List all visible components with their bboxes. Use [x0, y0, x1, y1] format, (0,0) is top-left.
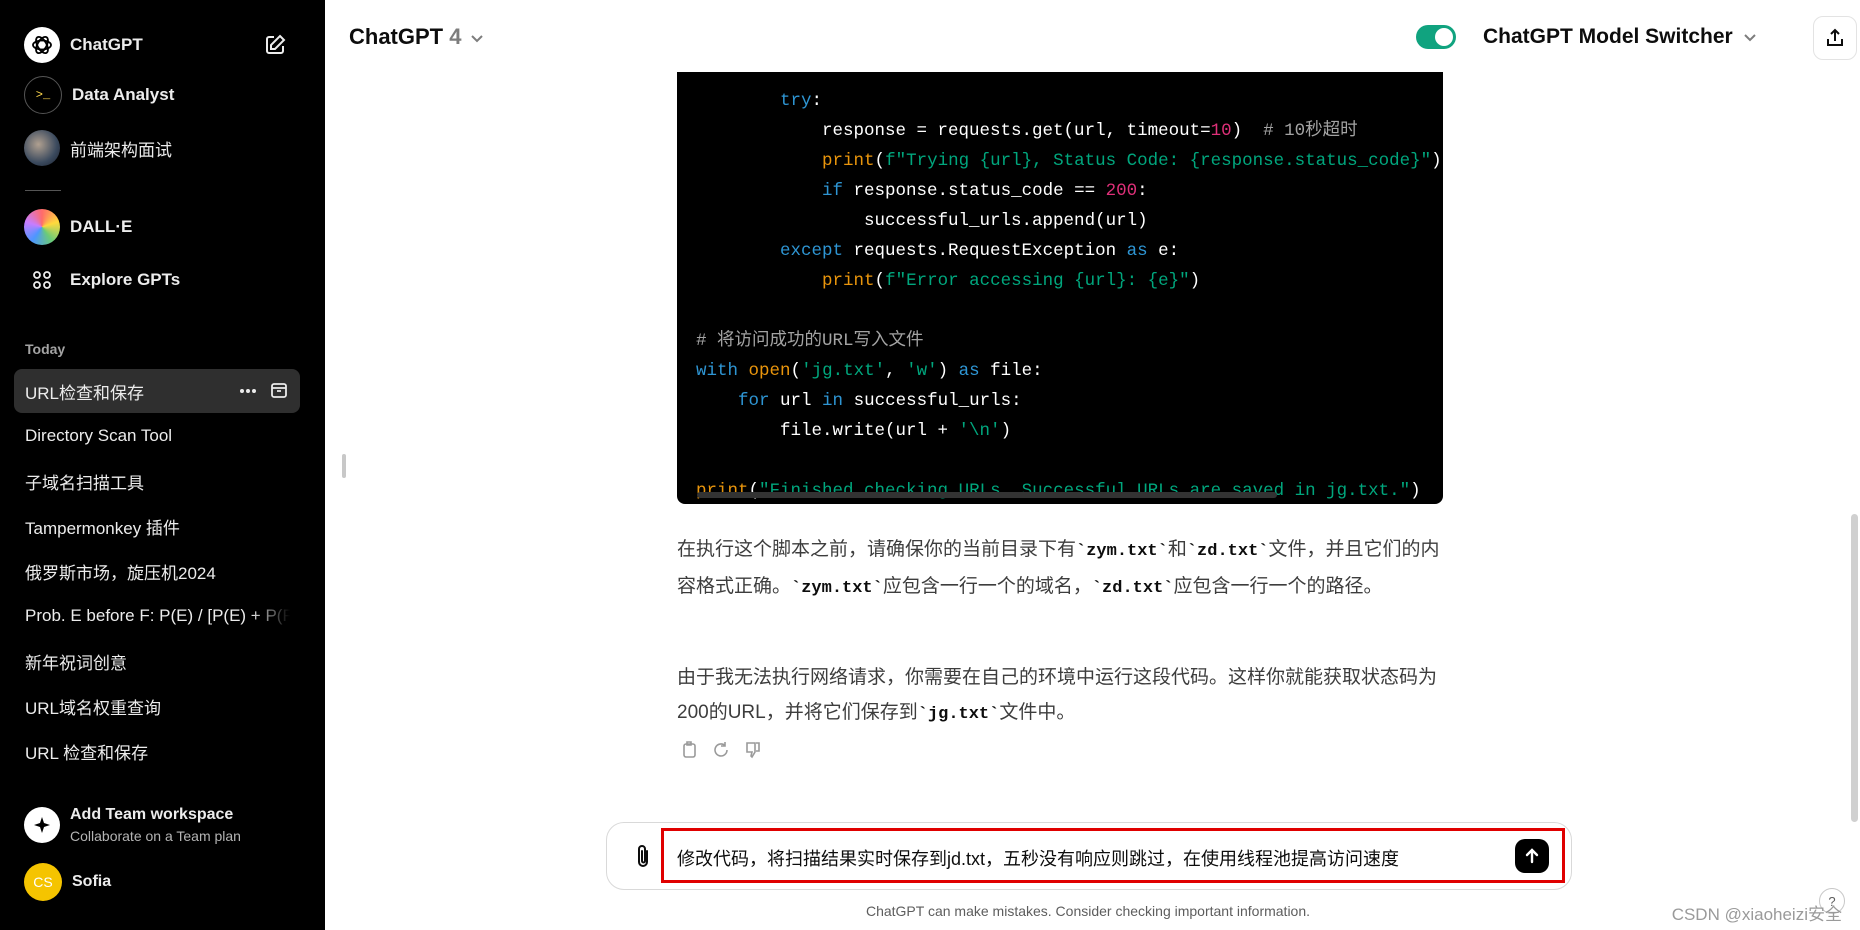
share-icon	[1827, 28, 1843, 46]
history-item[interactable]: Directory Scan Tool	[14, 414, 300, 458]
text: 应包含一行一个的路径。	[1173, 576, 1383, 597]
message-actions	[679, 740, 763, 765]
gpt-frontend-interview[interactable]: 前端架构面试	[14, 125, 300, 171]
gpt-label: 前端架构面试	[70, 140, 172, 160]
model-name: ChatGPT	[349, 24, 444, 49]
message-input[interactable]: 修改代码，将扫描结果实时保存到jd.txt，五秒没有响应则跳过，在使用线程池提高…	[677, 845, 1497, 871]
plugin-toggle[interactable]	[1416, 25, 1456, 49]
share-button[interactable]	[1813, 16, 1857, 60]
arrow-up-icon	[1525, 848, 1539, 864]
chevron-down-icon	[1743, 34, 1756, 42]
vertical-scrollbar[interactable]	[1851, 514, 1858, 822]
explore-label: Explore GPTs	[70, 270, 181, 289]
history-label: URL域名权重查询	[25, 698, 162, 718]
chevron-down-icon	[470, 35, 483, 43]
inline-code: `zym.txt`	[1076, 542, 1168, 561]
dalle-icon	[24, 209, 60, 245]
gpt-label: DALL·E	[70, 217, 133, 236]
history-label: 新年祝词创意	[25, 653, 127, 673]
regenerate-icon[interactable]	[711, 740, 731, 765]
switcher-label: ChatGPT Model Switcher	[1483, 25, 1733, 48]
team-title: Add Team workspace	[70, 806, 234, 823]
gpt-label: Data Analyst	[72, 85, 175, 104]
inline-code: `zd.txt`	[1091, 579, 1174, 598]
horizontal-scrollbar[interactable]	[697, 492, 1277, 498]
attach-icon[interactable]	[633, 844, 653, 875]
history-item[interactable]: URL域名权重查询	[14, 684, 300, 728]
answer-paragraph: 在执行这个脚本之前，请确保你的当前目录下有`zym.txt`和`zd.txt`文…	[677, 532, 1443, 606]
history-item[interactable]: Tampermonkey 插件	[14, 504, 300, 548]
avatar: CS	[24, 863, 62, 901]
archive-icon[interactable]	[270, 381, 288, 404]
text: 应包含一行一个的域名，	[882, 576, 1092, 597]
history-label: URL 检查和保存	[25, 743, 149, 763]
model-version: 4	[449, 24, 462, 49]
history-item[interactable]: 俄罗斯市场，旋压机2024	[14, 549, 300, 593]
model-selector[interactable]: ChatGPT 4	[349, 24, 484, 50]
brand-label: ChatGPT	[70, 35, 143, 54]
history-item[interactable]: URL 检查和保存	[14, 729, 300, 773]
explore-gpts[interactable]: Explore GPTs	[14, 257, 300, 303]
sidebar: ChatGPT >_ Data Analyst 前端架构面试 DALL·E Ex…	[0, 0, 325, 930]
text: 文件中。	[999, 702, 1076, 723]
model-switcher[interactable]: ChatGPT Model Switcher	[1483, 25, 1757, 49]
thumbs-down-icon[interactable]	[743, 740, 763, 765]
sidebar-resize-handle[interactable]	[342, 454, 346, 478]
code-content: try: response = requests.get(url, timeou…	[696, 91, 1442, 501]
gpt-dalle[interactable]: DALL·E	[14, 204, 300, 250]
avatar	[24, 130, 60, 166]
inline-code: `jg.txt`	[917, 705, 1000, 724]
code-block: try: response = requests.get(url, timeou…	[677, 72, 1443, 504]
team-subtitle: Collaborate on a Team plan	[70, 828, 241, 844]
history-item[interactable]: 子域名扫描工具	[14, 459, 300, 503]
inline-code: `zym.txt`	[791, 579, 883, 598]
add-team-workspace[interactable]: Add Team workspace Collaborate on a Team…	[14, 800, 304, 850]
new-chat-icon[interactable]	[264, 34, 286, 61]
terminal-icon: >_	[24, 76, 62, 114]
history-item[interactable]: 新年祝词创意	[14, 639, 300, 683]
copy-icon[interactable]	[679, 740, 699, 765]
text: 在执行这个脚本之前，请确保你的当前目录下有	[677, 539, 1077, 560]
grid-icon	[24, 262, 60, 298]
gpt-data-analyst[interactable]: >_ Data Analyst	[14, 72, 300, 118]
history-item[interactable]: URL检查和保存	[14, 369, 300, 413]
history-label: 子域名扫描工具	[25, 473, 144, 493]
watermark: CSDN @xiaoheizi安全	[1671, 905, 1842, 924]
user-name: Sofia	[72, 873, 112, 890]
disclaimer: ChatGPT can make mistakes. Consider chec…	[865, 903, 1311, 919]
divider	[25, 190, 61, 191]
answer-paragraph: 由于我无法执行网络请求，你需要在自己的环境中运行这段代码。这样你就能获取状态码为…	[677, 660, 1443, 732]
history-item[interactable]: Prob. E before F: P(E) / [P(E) + P(F)]	[14, 594, 300, 638]
sparkle-icon	[24, 807, 60, 843]
main-header: ChatGPT 4 ChatGPT Model Switcher	[325, 0, 1860, 74]
history-label: Tampermonkey 插件	[25, 518, 180, 538]
send-button[interactable]	[1515, 839, 1549, 873]
user-menu[interactable]: CS Sofia	[14, 862, 304, 902]
text: 和	[1167, 539, 1187, 560]
openai-logo-icon	[24, 27, 60, 63]
sidebar-brand-row[interactable]: ChatGPT	[14, 22, 300, 68]
section-today: Today	[25, 341, 66, 357]
history-label: Directory Scan Tool	[25, 426, 173, 445]
history-label: Prob. E before F: P(E) / [P(E) + P(F)]	[25, 606, 290, 625]
history-label: 俄罗斯市场，旋压机2024	[25, 563, 216, 583]
more-options-icon[interactable]	[238, 382, 258, 405]
inline-code: `zd.txt`	[1186, 542, 1269, 561]
